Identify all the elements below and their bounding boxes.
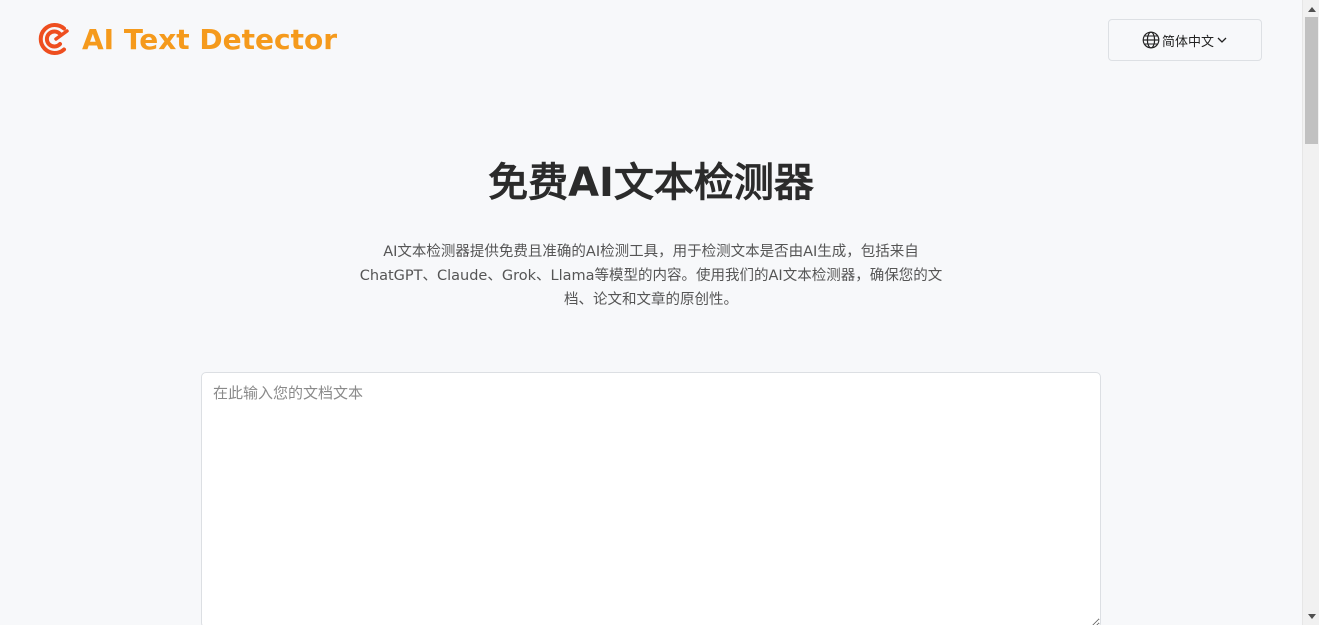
page-title: 免费AI文本检测器: [488, 160, 814, 206]
c-logo-icon: [38, 22, 70, 56]
logo-text: AI Text Detector: [82, 22, 338, 56]
chevron-down-icon: [1216, 34, 1228, 46]
page: AI Text Detector 简体中文 免费AI文本检测器 AI文本检测器提…: [0, 0, 1302, 625]
logo-link[interactable]: AI Text Detector: [38, 22, 337, 56]
globe-icon: [1142, 31, 1160, 49]
language-selector[interactable]: 简体中文: [1108, 19, 1262, 61]
language-label: 简体中文: [1161, 34, 1214, 50]
scrollbar-thumb[interactable]: [1305, 17, 1318, 144]
page-scrollbar[interactable]: [1302, 0, 1319, 625]
scroll-up-arrow-icon[interactable]: [1303, 0, 1319, 17]
scroll-down-arrow-icon[interactable]: [1303, 608, 1319, 625]
page-description: AI文本检测器提供免费且准确的AI检测工具，用于检测文本是否由AI生成，包括来自…: [359, 244, 943, 308]
document-text-input[interactable]: [201, 372, 1101, 625]
